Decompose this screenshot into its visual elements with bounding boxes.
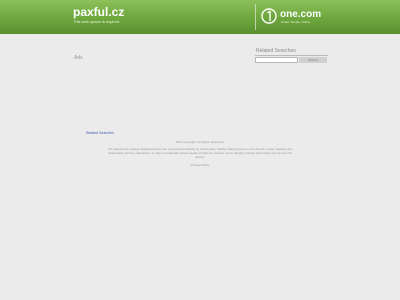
- brand-divider: [255, 4, 256, 30]
- privacy-policy-link[interactable]: Privacy Policy: [170, 163, 230, 167]
- search-button[interactable]: Search: [299, 57, 327, 63]
- one-com-brand[interactable]: one.com Smart. Simple. Online.: [255, 4, 325, 30]
- ads-label: Ads: [74, 55, 83, 61]
- disclaimer-text: The Sponsored Listings displayed above a…: [107, 147, 293, 159]
- one-com-logo-icon: [261, 8, 277, 24]
- site-title[interactable]: paxful.cz: [73, 5, 124, 19]
- search-input[interactable]: [255, 57, 298, 63]
- related-searches-link[interactable]: Related Searches: [86, 131, 114, 135]
- related-searches-divider: [255, 55, 328, 56]
- related-searches-title: Related Searches: [256, 48, 296, 54]
- brand-tagline: Smart. Simple. Online.: [281, 20, 312, 24]
- copyright-text: 2013 Copyright. All Rights Reserved.: [175, 140, 225, 144]
- brand-name: one.com: [280, 9, 322, 20]
- site-subtitle: This web space is expired.: [73, 19, 121, 24]
- content-area: [68, 38, 334, 300]
- header-bar: paxful.cz This web space is expired. one…: [0, 0, 400, 34]
